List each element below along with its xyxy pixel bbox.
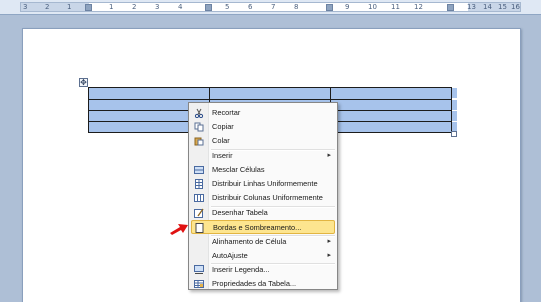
menu-item-label: AutoAjuste (212, 251, 248, 260)
table-resize-handle[interactable] (451, 131, 457, 137)
ruler-number: 8 (294, 3, 299, 11)
table-properties-icon (194, 280, 204, 288)
draw-table-icon (194, 208, 204, 218)
ruler-number: 3 (23, 3, 28, 11)
table-move-handle-icon[interactable]: ✥ (79, 78, 88, 87)
ruler-column-marker[interactable] (205, 4, 212, 11)
menu-item-autoajuste[interactable]: AutoAjuste ▸ (191, 249, 335, 263)
copy-icon (194, 122, 204, 132)
borders-icon (195, 223, 204, 233)
caption-icon (194, 265, 204, 274)
row-end-mark (452, 111, 457, 121)
submenu-arrow-icon: ▸ (327, 152, 331, 159)
ruler-number: 10 (368, 3, 377, 11)
ruler-number: 1 (67, 3, 72, 11)
ruler-number: 9 (345, 3, 350, 11)
ruler-number: 11 (391, 3, 400, 11)
menu-item-recortar[interactable]: Recortar (191, 106, 335, 120)
submenu-arrow-icon: ▸ (327, 252, 331, 259)
context-menu[interactable]: Recortar Copiar Colar Inserir ▸ Mesclar … (188, 102, 338, 290)
distribute-rows-icon (195, 179, 203, 189)
ruler-number: 16 (511, 3, 520, 11)
menu-item-distribuir-linhas[interactable]: Distribuir Linhas Uniformemente (191, 177, 335, 191)
ruler-number: 2 (45, 3, 50, 11)
ruler-number: 1 (109, 3, 114, 11)
menu-item-mesclar-celulas[interactable]: Mesclar Células (191, 163, 335, 177)
ruler-left-margin (21, 3, 89, 11)
ruler-number: 4 (178, 3, 183, 11)
scissors-icon (194, 108, 204, 118)
horizontal-ruler[interactable]: 3 2 1 1 2 3 4 5 6 7 8 9 10 11 12 13 14 1… (0, 0, 541, 15)
menu-item-label: Desenhar Tabela (212, 208, 268, 217)
menu-item-alinhamento-celula[interactable]: Alinhamento de Célula ▸ (191, 235, 335, 249)
row-end-mark (452, 88, 457, 98)
submenu-arrow-icon: ▸ (327, 238, 331, 245)
menu-item-colar[interactable]: Colar (191, 134, 335, 148)
menu-item-propriedades-tabela[interactable]: Propriedades da Tabela... (191, 277, 335, 291)
menu-item-label: Propriedades da Tabela... (212, 279, 297, 288)
ruler-number: 5 (225, 3, 230, 11)
ruler-column-marker[interactable] (85, 4, 92, 11)
ruler-number: 13 (467, 3, 476, 11)
distribute-columns-icon (194, 194, 204, 202)
ruler-number: 2 (132, 3, 137, 11)
ruler-column-marker[interactable] (447, 4, 454, 11)
menu-item-label: Bordas e Sombreamento... (213, 223, 302, 232)
row-end-mark (452, 100, 457, 110)
paste-icon (194, 137, 204, 146)
ruler-number: 3 (155, 3, 160, 11)
menu-item-label: Recortar (212, 108, 241, 117)
menu-item-inserir-legenda[interactable]: Inserir Legenda... (191, 263, 335, 277)
menu-item-label: Distribuir Linhas Uniformemente (212, 179, 318, 188)
menu-item-inserir[interactable]: Inserir ▸ (191, 149, 335, 163)
menu-item-label: Distribuir Colunas Uniformemente (212, 193, 323, 202)
menu-item-desenhar-tabela[interactable]: Desenhar Tabela (191, 206, 335, 220)
red-arrow-icon (170, 224, 188, 235)
menu-item-label: Inserir Legenda... (212, 265, 270, 274)
menu-item-label: Colar (212, 136, 230, 145)
ruler-track[interactable]: 3 2 1 1 2 3 4 5 6 7 8 9 10 11 12 13 14 1… (20, 2, 521, 12)
ruler-number: 6 (248, 3, 253, 11)
ruler-number: 7 (271, 3, 276, 11)
menu-item-label: Alinhamento de Célula (212, 237, 287, 246)
menu-item-label: Inserir (212, 151, 233, 160)
ruler-number: 15 (498, 3, 507, 11)
ruler-column-marker[interactable] (326, 4, 333, 11)
menu-item-distribuir-colunas[interactable]: Distribuir Colunas Uniformemente (191, 191, 335, 205)
menu-item-label: Copiar (212, 122, 234, 131)
table-row-border (89, 99, 451, 100)
ruler-number: 14 (483, 3, 492, 11)
menu-item-bordas-sombreamento[interactable]: Bordas e Sombreamento... (191, 220, 335, 234)
menu-item-copiar[interactable]: Copiar (191, 120, 335, 134)
merge-cells-icon (194, 166, 204, 174)
ruler-number: 12 (414, 3, 423, 11)
menu-item-label: Mesclar Células (212, 165, 265, 174)
